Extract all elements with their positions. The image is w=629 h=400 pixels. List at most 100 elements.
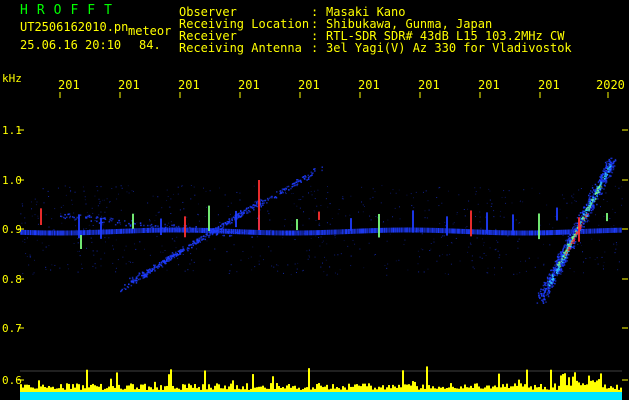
- carrier-band: [343, 229, 344, 235]
- meteor-trace: [173, 255, 176, 257]
- noise-dot: [226, 251, 228, 253]
- carrier-band: [191, 227, 192, 233]
- level-meter-bar: [70, 388, 72, 392]
- noise-dot: [189, 263, 191, 265]
- meteor-trace: [264, 199, 267, 202]
- meteor-echo: [235, 210, 237, 228]
- carrier-band: [116, 229, 117, 235]
- level-meter-bar: [22, 387, 24, 392]
- meteor-trace: [195, 226, 197, 228]
- noise-dot: [334, 254, 336, 256]
- carrier-band: [137, 228, 138, 234]
- meteor-trace: [190, 244, 193, 246]
- meteor-trace: [551, 275, 554, 278]
- meteor-trace: [599, 185, 601, 187]
- carrier-band: [417, 227, 418, 233]
- noise-dot: [132, 262, 134, 264]
- carrier-band: [400, 227, 401, 233]
- meteor-trace: [296, 179, 298, 181]
- carrier-band: [23, 229, 24, 235]
- meteor-trace: [598, 191, 600, 194]
- meteor-trace: [112, 218, 114, 220]
- level-meter-bar: [516, 385, 518, 392]
- carrier-band: [230, 228, 231, 234]
- x-tick-label: 2020: [596, 78, 625, 92]
- meteor-trace: [538, 296, 540, 298]
- meteor-trace: [605, 170, 607, 173]
- meteor-trace: [559, 255, 561, 258]
- level-meter-bar: [564, 373, 566, 392]
- meteor-trace: [570, 241, 573, 243]
- level-meter-bar: [524, 384, 526, 392]
- noise-dot: [240, 259, 242, 261]
- meteor-trace: [610, 165, 612, 167]
- carrier-band: [451, 228, 452, 234]
- carrier-band: [288, 230, 289, 236]
- noise-dot: [122, 256, 124, 258]
- noise-dot: [350, 195, 352, 197]
- meteor-trace: [563, 258, 565, 261]
- carrier-band: [599, 228, 600, 234]
- carrier-band: [266, 230, 267, 236]
- carrier-band: [285, 230, 286, 236]
- noise-dot: [190, 198, 192, 200]
- noise-dot: [109, 217, 111, 219]
- noise-dot: [453, 222, 455, 224]
- meteor-trace: [599, 188, 602, 190]
- meteor-trace: [595, 192, 598, 194]
- noise-dot: [175, 247, 177, 249]
- noise-dot: [294, 238, 296, 240]
- meteor-trace: [584, 221, 587, 223]
- noise-dot: [438, 205, 440, 207]
- meteor-trace: [562, 265, 564, 267]
- mode-label: meteor: [128, 24, 172, 38]
- meteor-trace: [202, 238, 205, 240]
- level-meter-bar: [440, 387, 442, 392]
- noise-dot: [300, 198, 302, 200]
- noise-dot: [447, 244, 449, 246]
- meteor-trace: [295, 181, 298, 184]
- noise-dot: [116, 198, 118, 200]
- level-meter-bar: [596, 380, 598, 392]
- carrier-band: [364, 228, 365, 234]
- level-meter-bar: [36, 388, 38, 392]
- noise-dot: [442, 235, 444, 237]
- level-meter-bar: [360, 386, 362, 392]
- carrier-band: [294, 230, 295, 236]
- meteor-trace: [604, 172, 607, 174]
- noise-dot: [329, 266, 331, 268]
- meteor-echo: [296, 219, 298, 231]
- noise-dot: [479, 211, 481, 213]
- carrier-band: [409, 227, 410, 233]
- carrier-band: [372, 228, 373, 234]
- carrier-band: [359, 228, 360, 234]
- noise-dot: [325, 198, 327, 200]
- noise-dot: [595, 214, 597, 216]
- level-meter-bar: [418, 389, 420, 392]
- meteor-trace: [171, 224, 173, 227]
- noise-dot: [198, 220, 200, 222]
- level-meter-bar: [474, 383, 476, 392]
- carrier-band: [24, 229, 25, 235]
- level-meter-bar: [266, 388, 268, 392]
- noise-dot: [308, 218, 310, 220]
- carrier-band: [170, 227, 171, 233]
- carrier-band: [138, 228, 139, 234]
- carrier-band: [519, 230, 520, 236]
- meteor-trace: [163, 260, 165, 263]
- noise-dot: [439, 223, 441, 225]
- meteor-trace: [154, 270, 156, 272]
- noise-dot: [503, 216, 505, 218]
- meteor-trace: [561, 258, 563, 260]
- meteor-trace: [129, 277, 131, 280]
- carrier-band: [561, 229, 562, 235]
- carrier-band: [357, 228, 358, 234]
- carrier-band: [114, 229, 115, 235]
- meteor-trace: [563, 264, 566, 266]
- noise-dot: [134, 243, 136, 245]
- level-meter-bar: [196, 388, 198, 392]
- meteor-trace: [116, 221, 119, 224]
- meteor-trace: [602, 176, 604, 179]
- noise-dot: [465, 227, 467, 229]
- noise-dot: [489, 247, 491, 249]
